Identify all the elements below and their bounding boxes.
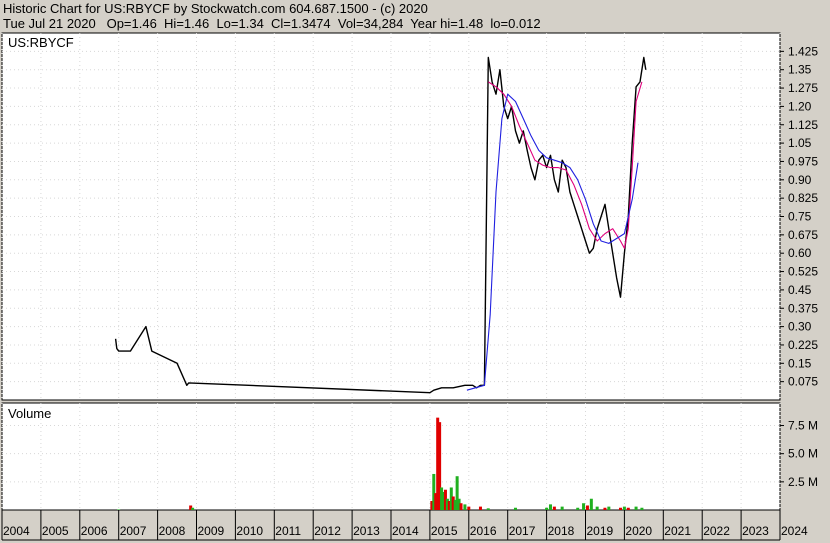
stock-chart: 0.075 0.15 0.225 0.30 0.375 0.45 0.525 0.60 0.67… bbox=[1, 32, 818, 541]
year-tick-label: 2023 bbox=[742, 524, 769, 538]
volume-bar bbox=[560, 506, 564, 510]
year-tick-label: 2007 bbox=[120, 524, 147, 538]
volume-bar bbox=[585, 505, 589, 510]
year-tick-label: 2020 bbox=[625, 524, 652, 538]
volume-bar bbox=[459, 503, 463, 510]
price-tick-label: 0.075 bbox=[788, 375, 818, 389]
volume-bar bbox=[626, 507, 630, 510]
volume-bar bbox=[117, 509, 121, 510]
year-tick-label: 2013 bbox=[353, 524, 380, 538]
year-tick-label: 2022 bbox=[703, 524, 730, 538]
price-y-axis: 0.075 0.15 0.225 0.30 0.375 0.45 0.525 0.60 0.67… bbox=[780, 44, 818, 389]
price-tick-label: 1.35 bbox=[788, 63, 812, 77]
price-tick-label: 1.425 bbox=[788, 44, 818, 58]
volume-bar bbox=[607, 506, 611, 510]
price-tick-label: 0.90 bbox=[788, 173, 812, 187]
volume-bar bbox=[478, 506, 482, 510]
year-tick-label: 2015 bbox=[431, 524, 458, 538]
volume-bar bbox=[603, 507, 607, 510]
year-tick-label: 2019 bbox=[587, 524, 614, 538]
volume-bar bbox=[619, 507, 623, 510]
year-tick-label: 2010 bbox=[236, 524, 263, 538]
volume-tick-label: 2.5 M bbox=[788, 475, 818, 489]
year-tick-label: 2008 bbox=[159, 524, 186, 538]
price-tick-label: 0.975 bbox=[788, 154, 818, 168]
price-tick-label: 0.675 bbox=[788, 228, 818, 242]
year-tick-label: 2006 bbox=[81, 524, 108, 538]
volume-bar bbox=[486, 508, 490, 510]
price-tick-label: 1.125 bbox=[788, 118, 818, 132]
price-panel-title: US:RBYCF bbox=[8, 35, 74, 50]
year-tick-label: 2004 bbox=[3, 524, 30, 538]
price-tick-label: 1.275 bbox=[788, 81, 818, 95]
volume-bar bbox=[576, 507, 580, 510]
volume-tick-label: 7.5 M bbox=[788, 419, 818, 433]
volume-y-axis: 2.5 M 5.0 M 7.5 M bbox=[780, 419, 818, 489]
year-tick-label: 2012 bbox=[314, 524, 341, 538]
volume-bar bbox=[595, 506, 599, 510]
volume-bar bbox=[622, 506, 626, 510]
price-tick-label: 0.30 bbox=[788, 320, 812, 334]
price-tick-label: 0.225 bbox=[788, 338, 818, 352]
year-tick-label: 2016 bbox=[470, 524, 497, 538]
year-tick-label: 2024 bbox=[781, 524, 808, 538]
price-tick-label: 1.20 bbox=[788, 99, 812, 113]
price-tick-label: 0.825 bbox=[788, 191, 818, 205]
volume-bar bbox=[513, 507, 517, 510]
volume-tick-label: 5.0 M bbox=[788, 447, 818, 461]
volume-bar bbox=[191, 507, 195, 510]
volume-bar bbox=[582, 503, 586, 510]
volume-bar bbox=[552, 506, 556, 510]
volume-bar bbox=[640, 507, 644, 510]
year-tick-label: 2011 bbox=[275, 524, 301, 538]
volume-bar bbox=[634, 506, 638, 510]
price-tick-label: 0.525 bbox=[788, 265, 818, 279]
year-tick-label: 2021 bbox=[664, 524, 691, 538]
chart-window: Historic Chart for US:RBYCF by Stockwatc… bbox=[0, 0, 830, 543]
price-tick-label: 0.45 bbox=[788, 283, 812, 297]
year-tick-label: 2014 bbox=[392, 524, 419, 538]
price-tick-label: 0.75 bbox=[788, 210, 812, 224]
volume-bar bbox=[463, 504, 467, 510]
price-tick-label: 1.05 bbox=[788, 136, 812, 150]
year-tick-label: 2009 bbox=[198, 524, 225, 538]
volume-bar bbox=[548, 504, 552, 510]
volume-panel-title: Volume bbox=[8, 406, 51, 421]
price-tick-label: 0.375 bbox=[788, 301, 818, 315]
price-tick-label: 0.60 bbox=[788, 246, 812, 260]
year-axis: 2004 2005 2006 2007 2008 2009 2010 2011 2012 2013… bbox=[1, 510, 808, 541]
price-tick-label: 0.15 bbox=[788, 356, 812, 370]
volume-bar bbox=[467, 506, 471, 510]
volume-bar bbox=[545, 507, 549, 510]
year-tick-label: 2018 bbox=[548, 524, 575, 538]
year-tick-label: 2005 bbox=[42, 524, 69, 538]
year-tick-label: 2017 bbox=[509, 524, 536, 538]
volume-bar bbox=[589, 498, 593, 510]
